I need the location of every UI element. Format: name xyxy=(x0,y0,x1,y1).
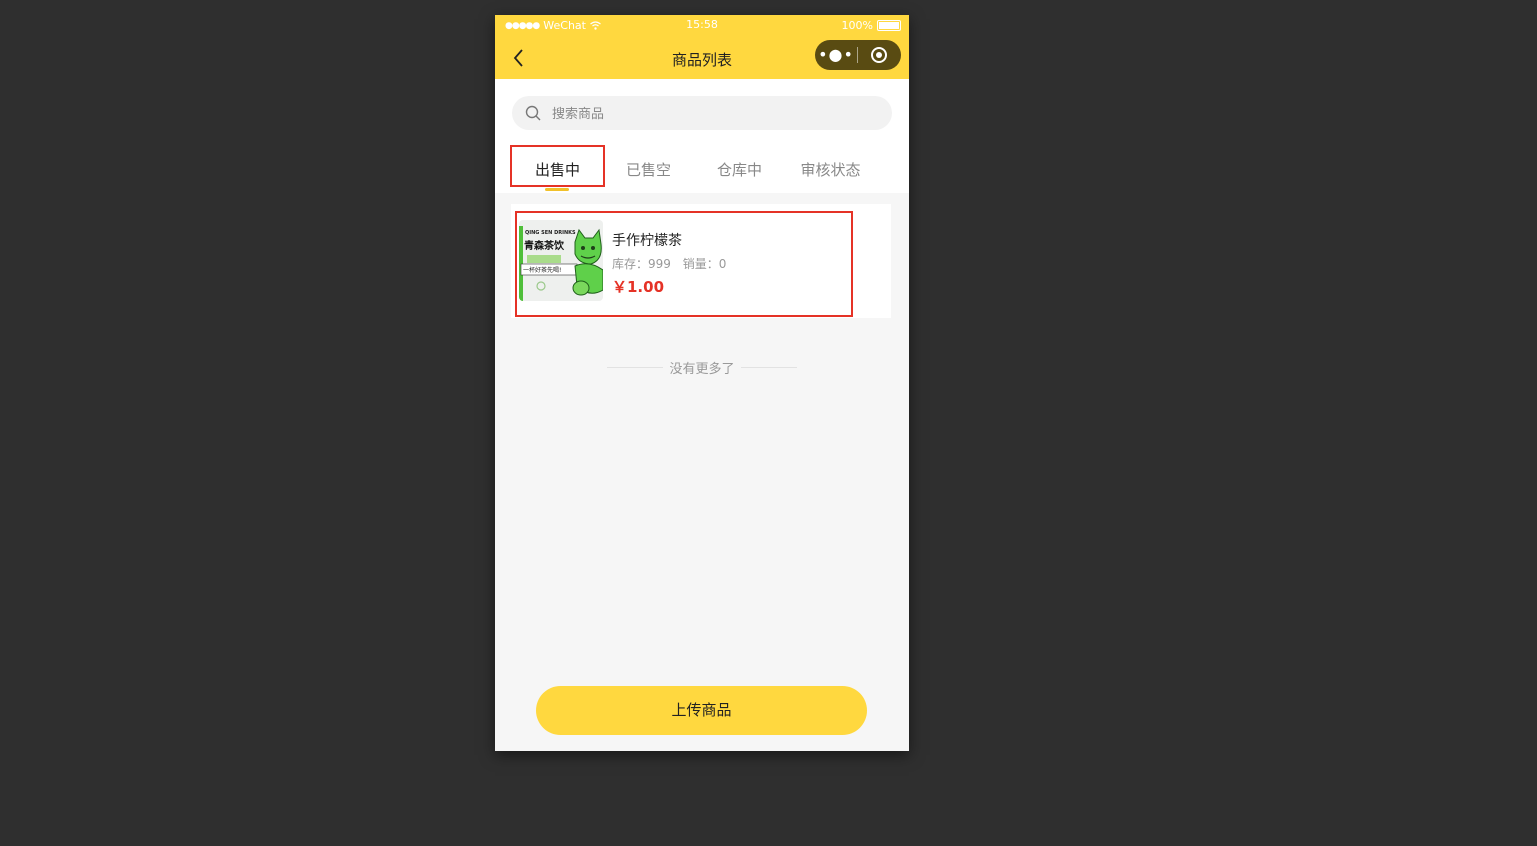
product-card[interactable]: QING SEN DRINKS 青森茶饮 一杯好茶先喝! 手作柠檬茶 库存：99… xyxy=(511,204,891,318)
product-image-brand-en: QING SEN DRINKS xyxy=(525,230,576,236)
upload-product-button[interactable]: 上传商品 xyxy=(536,686,867,735)
tab-label: 出售中 xyxy=(534,161,580,179)
phone-screen: ●●●●● WeChat 15:58 100% 商品列表 •●• 搜索商品 出售… xyxy=(495,15,909,751)
product-meta: 库存：999 销量：0 xyxy=(612,255,734,272)
more-icon[interactable]: •●• xyxy=(815,40,857,70)
product-name: 手作柠檬茶 xyxy=(612,233,682,249)
search-icon xyxy=(525,105,541,121)
search-bar xyxy=(512,96,892,132)
mini-program-capsule: •●• xyxy=(815,40,901,70)
product-image: QING SEN DRINKS 青森茶饮 一杯好茶先喝! xyxy=(519,220,603,301)
product-stock: 库存：999 xyxy=(612,257,671,271)
product-price: ￥1.00 xyxy=(612,278,665,296)
tab-warehouse[interactable]: 仓库中 xyxy=(694,159,785,193)
no-more-text: 没有更多了 xyxy=(669,362,735,377)
search-and-tabs: 出售中 已售空 仓库中 审核状态 xyxy=(495,79,909,193)
product-image-brand-cn: 青森茶饮 xyxy=(524,239,565,252)
active-tab-indicator xyxy=(545,188,569,191)
battery-icon xyxy=(877,20,901,31)
tab-label: 已售空 xyxy=(625,161,671,179)
nav-bar: 商品列表 •●• xyxy=(495,37,909,79)
tab-review-status[interactable]: 审核状态 xyxy=(785,159,876,193)
close-mini-program-icon[interactable] xyxy=(858,46,900,64)
tab-label: 仓库中 xyxy=(716,161,762,179)
tab-label: 审核状态 xyxy=(800,161,861,179)
tab-on-sale[interactable]: 出售中 xyxy=(512,159,603,193)
product-image-slogan: 一杯好茶先喝! xyxy=(523,266,561,274)
tab-sold-out[interactable]: 已售空 xyxy=(603,159,694,193)
list-end-indicator: 没有更多了 xyxy=(607,358,797,377)
status-bar: ●●●●● WeChat 15:58 100% xyxy=(495,15,909,37)
tab-bar: 出售中 已售空 仓库中 审核状态 xyxy=(512,159,892,193)
battery-percent: 100% xyxy=(841,19,873,32)
product-sales: 销量：0 xyxy=(682,257,727,271)
search-input[interactable] xyxy=(550,96,874,132)
